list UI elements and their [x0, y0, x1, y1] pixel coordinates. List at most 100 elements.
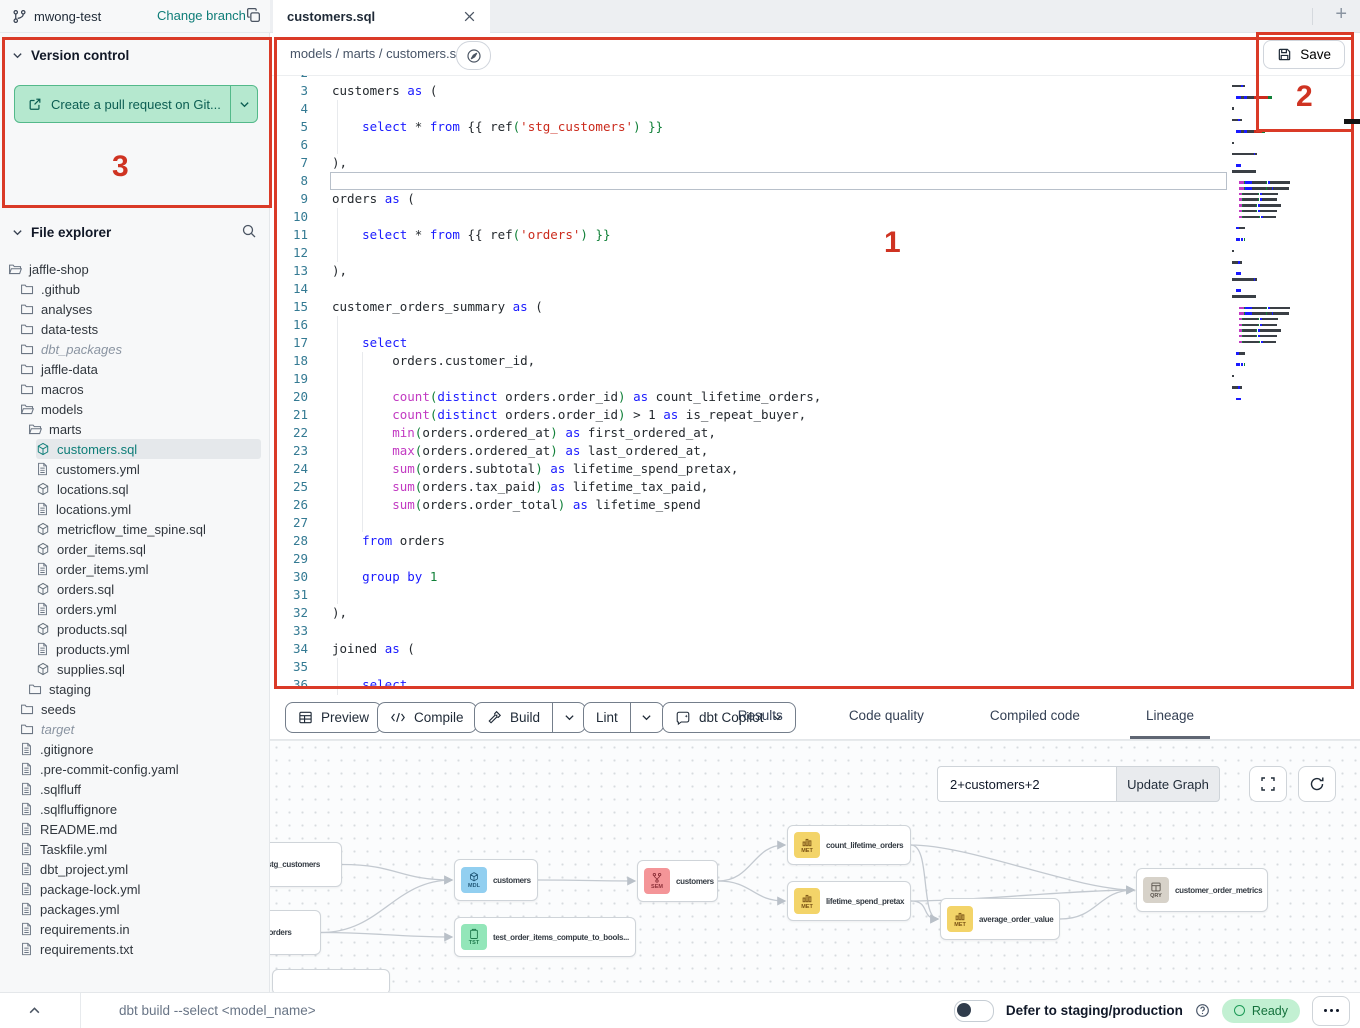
tree-item-jaffle-shop[interactable]: jaffle-shop — [8, 259, 270, 279]
tree-item-locations-yml[interactable]: locations.yml — [36, 499, 270, 519]
tree-item-requirements-txt[interactable]: requirements.txt — [20, 939, 270, 959]
more-options-button[interactable] — [1312, 996, 1350, 1026]
tree-item-locations-sql[interactable]: locations.sql — [36, 479, 270, 499]
preview-button[interactable]: Preview — [285, 702, 382, 733]
tree-item-dbt-packages[interactable]: dbt_packages — [20, 339, 270, 359]
ready-status-badge[interactable]: Ready — [1222, 999, 1300, 1023]
copy-icon[interactable] — [245, 7, 262, 24]
code-editor[interactable]: 23customers as (45 select * from {{ ref(… — [270, 75, 1360, 695]
tree-item-metricflow-time-spine-sql[interactable]: metricflow_time_spine.sql — [36, 519, 270, 539]
tree-item-customers-yml[interactable]: customers.yml — [36, 459, 270, 479]
change-branch-link[interactable]: Change branch — [157, 8, 246, 23]
tree-item-label: products.sql — [57, 622, 127, 637]
file-tree: jaffle-shop.githubanalysesdata-testsdbt_… — [0, 259, 270, 959]
close-icon[interactable] — [463, 10, 476, 23]
lineage-node-label: test_order_items_compute_to_bools... — [493, 933, 629, 942]
tab-compiled-code[interactable]: Compiled code — [974, 695, 1096, 739]
search-icon[interactable] — [241, 223, 257, 239]
code-line-5: 5 select * from {{ ref('stg_customers') … — [270, 118, 1360, 136]
new-tab-button[interactable]: + — [1335, 3, 1347, 26]
tab-lineage[interactable]: Lineage — [1130, 695, 1210, 739]
tree-item-label: requirements.txt — [40, 942, 133, 957]
build-button[interactable]: Build — [474, 702, 586, 733]
version-control-header[interactable]: Version control — [12, 48, 129, 63]
tree-item-supplies-sql[interactable]: supplies.sql — [36, 659, 270, 679]
tree-item--sqlfluffignore[interactable]: .sqlfluffignore — [20, 799, 270, 819]
tree-item-customers-sql[interactable]: customers.sql — [36, 439, 261, 459]
code-line-30: 30 group by 1 — [270, 568, 1360, 586]
tree-item-orders-yml[interactable]: orders.yml — [36, 599, 270, 619]
tree-item--pre-commit-config-yaml[interactable]: .pre-commit-config.yaml — [20, 759, 270, 779]
tree-item-label: analyses — [41, 302, 92, 317]
tree-item-label: packages.yml — [40, 902, 119, 917]
model-icon — [36, 582, 50, 596]
file-explorer-title: File explorer — [31, 225, 111, 240]
tab-code-quality[interactable]: Code quality — [833, 695, 940, 739]
tree-item-products-sql[interactable]: products.sql — [36, 619, 270, 639]
help-icon[interactable] — [1195, 1003, 1210, 1018]
tree-item--github[interactable]: .github — [20, 279, 270, 299]
tree-item-seeds[interactable]: seeds — [20, 699, 270, 719]
tree-item-packages-yml[interactable]: packages.yml — [20, 899, 270, 919]
lint-button[interactable]: Lint — [583, 702, 664, 733]
lineage-node-lifetime_spend_pretax[interactable]: METlifetime_spend_pretax — [787, 881, 911, 921]
preview-label: Preview — [321, 710, 369, 725]
tree-item-jaffle-data[interactable]: jaffle-data — [20, 359, 270, 379]
file-icon — [36, 562, 49, 576]
version-control-title: Version control — [31, 48, 129, 63]
tree-item-order-items-sql[interactable]: order_items.sql — [36, 539, 270, 559]
tree-item-Taskfile-yml[interactable]: Taskfile.yml — [20, 839, 270, 859]
fullscreen-button[interactable] — [1249, 766, 1287, 802]
lineage-node-count_lifetime_orders[interactable]: METcount_lifetime_orders — [787, 825, 911, 865]
tree-item--sqlfluff[interactable]: .sqlfluff — [20, 779, 270, 799]
update-graph-button[interactable]: Update Graph — [1116, 766, 1220, 802]
tree-item--gitignore[interactable]: .gitignore — [20, 739, 270, 759]
lineage-node-stg_customers[interactable]: stg_customers — [270, 842, 342, 887]
refresh-button[interactable] — [1298, 766, 1336, 802]
lineage-node-customer_order_metrics[interactable]: QRYcustomer_order_metrics — [1136, 868, 1268, 912]
tree-item-README-md[interactable]: README.md — [20, 819, 270, 839]
code-line-7: 7), — [270, 154, 1360, 172]
lineage-node-mdl_customers[interactable]: MDLcustomers — [454, 859, 538, 901]
tree-item-order-items-yml[interactable]: order_items.yml — [36, 559, 270, 579]
tree-item-analyses[interactable]: analyses — [20, 299, 270, 319]
compile-button[interactable]: Compile — [377, 702, 477, 733]
tree-item-dbt-project-yml[interactable]: dbt_project.yml — [20, 859, 270, 879]
tree-item-staging[interactable]: staging — [28, 679, 270, 699]
defer-toggle[interactable] — [954, 1000, 994, 1022]
tree-item-marts[interactable]: marts — [28, 419, 270, 439]
tree-item-models[interactable]: models — [20, 399, 270, 419]
tree-item-requirements-in[interactable]: requirements.in — [20, 919, 270, 939]
lineage-node-orders[interactable]: orders — [270, 910, 321, 955]
lineage-node-sem_customers[interactable]: SEMcustomers — [637, 860, 718, 902]
tree-item-label: .gitignore — [40, 742, 93, 757]
file-icon — [20, 882, 33, 896]
folder-icon — [20, 302, 34, 316]
tab-results[interactable]: Results — [722, 695, 799, 739]
file-icon — [20, 842, 33, 856]
save-button[interactable]: Save — [1263, 40, 1345, 69]
tree-item-macros[interactable]: macros — [20, 379, 270, 399]
pr-dropdown-caret[interactable] — [230, 86, 257, 122]
file-icon — [20, 782, 33, 796]
tab-customers-sql[interactable]: customers.sql — [273, 0, 490, 33]
copilot-icon-button[interactable] — [456, 41, 491, 70]
tree-item-data-tests[interactable]: data-tests — [20, 319, 270, 339]
lineage-node-partial_node[interactable] — [272, 969, 390, 992]
lineage-node-average_order_value[interactable]: METaverage_order_value — [940, 898, 1060, 940]
lineage-node-tst[interactable]: TSTtest_order_items_compute_to_bools... — [454, 917, 636, 957]
folder-icon — [20, 722, 34, 736]
file-explorer-header[interactable]: File explorer — [12, 225, 111, 240]
tree-item-target[interactable]: target — [20, 719, 270, 739]
command-input[interactable]: dbt build --select <model_name> — [80, 993, 316, 1028]
build-dropdown-caret[interactable] — [553, 703, 585, 732]
lineage-selector-input[interactable] — [937, 766, 1116, 802]
tree-item-package-lock-yml[interactable]: package-lock.yml — [20, 879, 270, 899]
file-icon — [36, 642, 49, 656]
create-pr-button[interactable]: Create a pull request on Git... — [14, 85, 258, 123]
tree-item-orders-sql[interactable]: orders.sql — [36, 579, 270, 599]
lint-dropdown-caret[interactable] — [631, 703, 663, 732]
chevron-up-icon[interactable] — [28, 1004, 41, 1017]
tabstrip-divider — [1312, 8, 1313, 25]
tree-item-products-yml[interactable]: products.yml — [36, 639, 270, 659]
